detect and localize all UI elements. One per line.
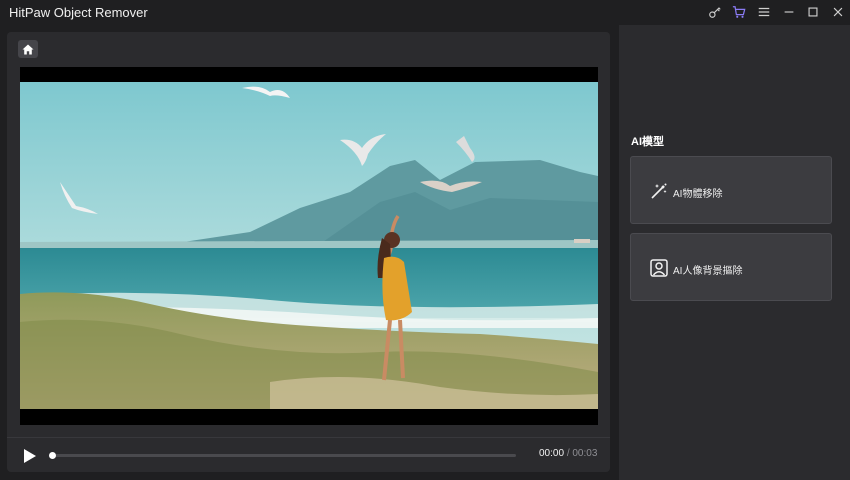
ai-portrait-background-removal-card[interactable]: AI人像背景摳除 xyxy=(630,233,832,301)
portrait-icon xyxy=(650,259,668,277)
ai-object-removal-card[interactable]: AI物體移除 xyxy=(630,156,832,224)
ai-model-panel: AI模型 AI物體移除 AI人像背景摳除 xyxy=(619,25,850,480)
cart-icon[interactable] xyxy=(730,3,748,21)
app-title: HitPaw Object Remover xyxy=(9,5,148,20)
time-display: 00:00 / 00:03 xyxy=(539,448,597,459)
card-label: AI物體移除 xyxy=(673,189,723,200)
panel-title: AI模型 xyxy=(631,136,664,148)
progress-handle[interactable] xyxy=(49,452,56,459)
maximize-icon[interactable] xyxy=(804,3,822,21)
video-preview-image xyxy=(20,82,598,409)
home-icon xyxy=(22,44,34,54)
video-frame[interactable] xyxy=(20,67,598,425)
time-separator: / xyxy=(566,448,570,459)
video-player: 00:00 / 00:03 xyxy=(7,32,610,472)
magic-wand-icon xyxy=(651,183,667,199)
play-button[interactable] xyxy=(21,447,39,465)
current-time: 00:00 xyxy=(539,448,565,459)
card-label: AI人像背景摳除 xyxy=(673,266,743,277)
minimize-icon[interactable] xyxy=(780,3,798,21)
close-icon[interactable] xyxy=(829,3,847,21)
title-bar: HitPaw Object Remover xyxy=(0,0,850,25)
playback-controls: 00:00 / 00:03 xyxy=(7,437,610,472)
home-button[interactable] xyxy=(18,40,38,58)
play-icon xyxy=(24,449,36,463)
duration: 00:03 xyxy=(572,448,598,459)
key-icon[interactable] xyxy=(706,3,724,21)
menu-icon[interactable] xyxy=(755,3,773,21)
progress-track[interactable] xyxy=(49,452,516,459)
